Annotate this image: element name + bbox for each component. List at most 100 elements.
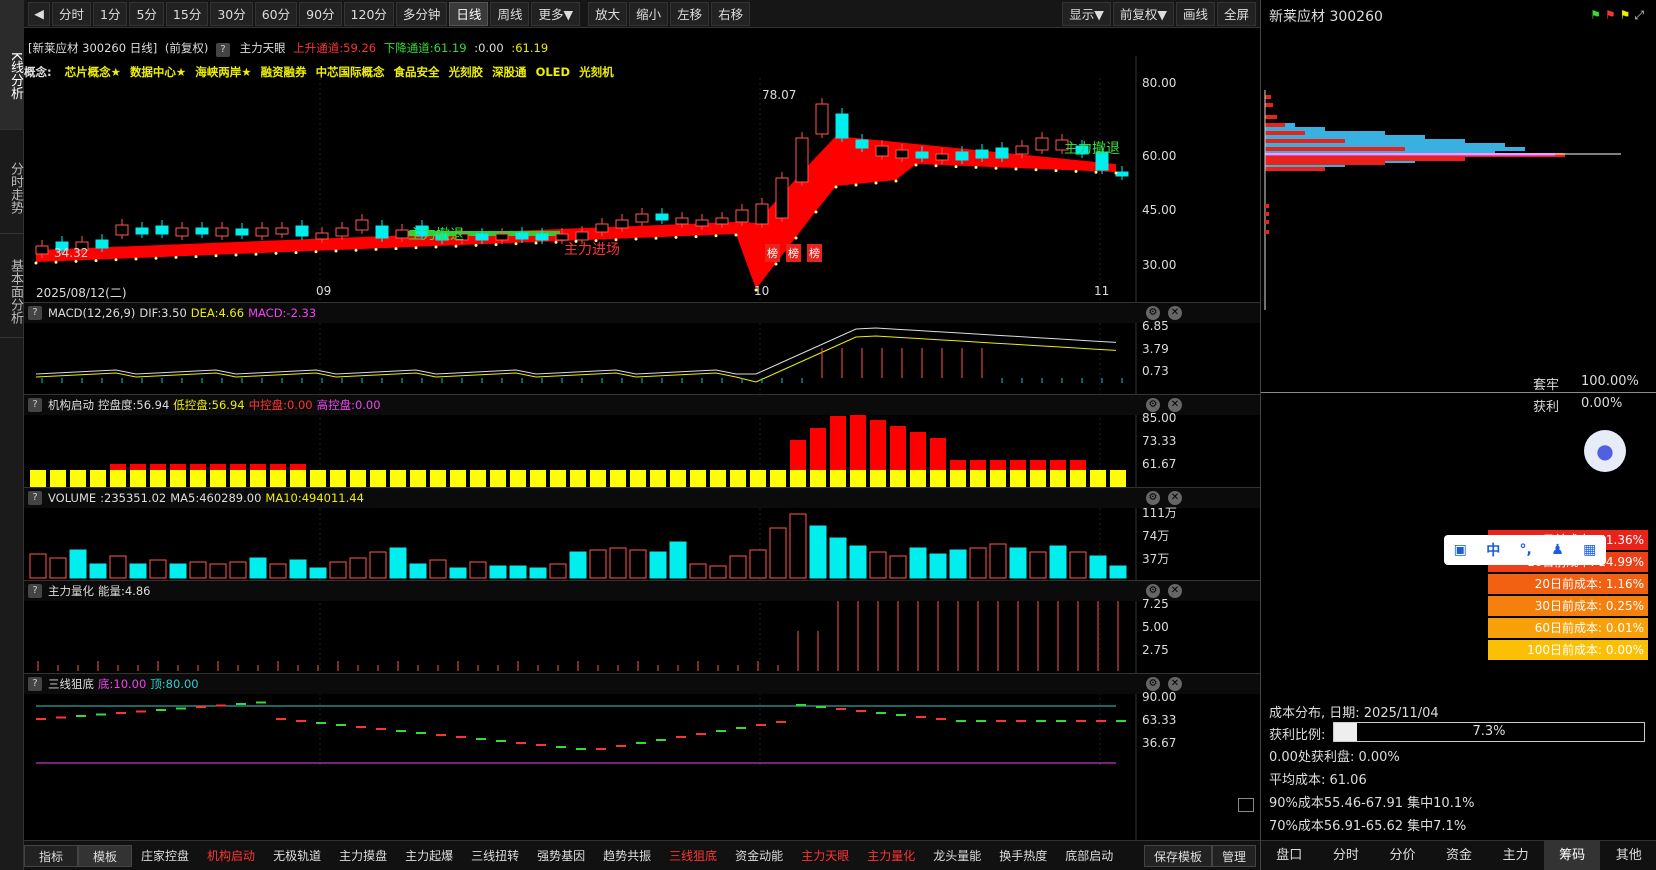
help-icon[interactable]: ? — [28, 306, 42, 320]
flag-icon[interactable]: ⚑ — [1590, 8, 1601, 23]
flag-icon[interactable]: ⚑ — [1605, 8, 1616, 23]
period-weekly[interactable]: 周线 — [490, 1, 530, 26]
period-daily[interactable]: 日线 — [449, 1, 489, 26]
tab-main-burst[interactable]: 主力起爆 — [396, 845, 462, 867]
flag-icon[interactable]: ⚑ — [1620, 8, 1631, 23]
inst-bar — [470, 470, 486, 488]
gear-icon[interactable]: ⚙ — [1146, 306, 1160, 320]
shift-right-button[interactable]: 右移 — [711, 1, 751, 26]
three-line-segment — [796, 704, 806, 706]
channel-dot — [974, 165, 978, 169]
gear-icon[interactable]: ⚙ — [1146, 398, 1160, 412]
three-line-segment — [336, 724, 346, 726]
tab-template[interactable]: 模板 — [78, 844, 133, 867]
tab-three-bottom[interactable]: 三线狙底 — [660, 845, 726, 867]
tab-quote[interactable]: 盘口 — [1261, 841, 1318, 870]
tab-funds[interactable]: 资金 — [1431, 841, 1488, 870]
tab-main-force[interactable]: 主力 — [1487, 841, 1544, 870]
inst-high: 高控盘:0.00 — [316, 398, 381, 412]
expand-icon[interactable]: ⤢ — [1634, 8, 1644, 23]
help-icon[interactable]: ? — [28, 677, 42, 691]
adjust-dropdown[interactable]: 前复权▼ — [1112, 1, 1174, 26]
tab-main-touch[interactable]: 主力摸盘 — [330, 845, 396, 867]
tab-wuji-track[interactable]: 无极轨道 — [264, 845, 330, 867]
gear-icon[interactable]: ⚙ — [1146, 677, 1160, 691]
tab-indicator[interactable]: 指标 — [24, 844, 79, 867]
energy-header: ? 主力量化 能量:4.86 ⚙ ✕ — [24, 581, 1260, 601]
chip-bar-red — [1265, 95, 1271, 99]
channel-dot — [154, 256, 158, 260]
nav-fundamental[interactable]: 基本面分析 — [0, 234, 24, 338]
gear-icon[interactable]: ⚙ — [1146, 491, 1160, 505]
save-template-button[interactable]: 保存模板 — [1143, 844, 1212, 867]
display-dropdown[interactable]: 显示▼ — [1062, 1, 1111, 26]
close-icon[interactable]: ✕ — [1168, 677, 1182, 691]
zoom-out-button[interactable]: 缩小 — [629, 1, 669, 26]
ime-user-icon[interactable]: ♟ — [1551, 542, 1564, 558]
tab-fund-momentum[interactable]: 资金动能 — [726, 845, 792, 867]
period-30min[interactable]: 30分 — [210, 1, 253, 26]
manage-button[interactable]: 管理 — [1211, 844, 1256, 867]
period-60min[interactable]: 60分 — [254, 1, 298, 26]
three-line-segment — [96, 713, 106, 716]
tab-dealer-control[interactable]: 庄家控盘 — [132, 845, 198, 867]
export-icon[interactable] — [1238, 798, 1254, 812]
draw-line-button[interactable]: 画线 — [1175, 1, 1215, 26]
tab-strong-gene[interactable]: 强势基因 — [528, 845, 594, 867]
ime-toolbar[interactable]: ▣ 中 °, ♟ ▦ — [1444, 535, 1606, 565]
close-icon[interactable]: ✕ — [1168, 306, 1182, 320]
period-1min[interactable]: 1分 — [93, 1, 128, 26]
help-icon[interactable]: ? — [28, 491, 42, 505]
tab-main-eye[interactable]: 主力天眼 — [792, 845, 858, 867]
gear-icon[interactable]: ⚙ — [1146, 584, 1160, 598]
candle-body — [695, 219, 709, 227]
close-icon[interactable]: ✕ — [1168, 491, 1182, 505]
period-intraday[interactable]: 分时 — [52, 1, 92, 26]
candle-body — [855, 139, 869, 149]
three-line-segment — [436, 734, 446, 736]
cost-70: 70%成本56.91-65.62 集中7.1% — [1269, 819, 1467, 834]
channel-dot — [734, 233, 738, 237]
tab-main-quant[interactable]: 主力量化 — [858, 845, 924, 867]
period-15min[interactable]: 15分 — [165, 1, 209, 26]
tab-other[interactable]: 其他 — [1600, 841, 1656, 870]
volume-bar — [869, 551, 887, 579]
more-dropdown[interactable]: 更多▼ — [531, 1, 581, 26]
assistant-button[interactable]: ● — [1584, 430, 1626, 472]
period-5min[interactable]: 5分 — [129, 1, 164, 26]
high-annotation: 78.07 — [762, 88, 797, 102]
channel-dot — [914, 163, 918, 167]
tab-leader-volume[interactable]: 龙头量能 — [924, 845, 990, 867]
close-icon[interactable]: ✕ — [1168, 584, 1182, 598]
ime-grid-icon[interactable]: ▦ — [1583, 542, 1596, 558]
stock-title: 新莱应材 300260 — [1269, 9, 1383, 25]
nav-kline-analysis[interactable]: K线分析 — [0, 0, 24, 130]
period-90min[interactable]: 90分 — [299, 1, 342, 26]
help-icon[interactable]: ? — [28, 398, 42, 412]
tab-bottom-start[interactable]: 底部启动 — [1056, 845, 1122, 867]
period-120min[interactable]: 120分 — [343, 1, 394, 26]
channel-dot — [554, 240, 558, 244]
ime-punct[interactable]: °, — [1520, 542, 1532, 558]
shift-left-button[interactable]: 左移 — [670, 1, 710, 26]
tab-trend-resonance[interactable]: 趋势共振 — [594, 845, 660, 867]
tab-turnover-heat[interactable]: 换手热度 — [990, 845, 1056, 867]
tab-three-reverse[interactable]: 三线扭转 — [462, 845, 528, 867]
tab-chips[interactable]: 筹码 — [1543, 841, 1601, 870]
zoom-in-button[interactable]: 放大 — [588, 1, 628, 26]
tab-inst-start[interactable]: 机构启动 — [198, 845, 264, 867]
collapse-button[interactable]: ◀ — [28, 1, 50, 26]
fullscreen-button[interactable]: 全屏 — [1216, 1, 1256, 26]
inst-bar — [690, 470, 706, 488]
help-icon[interactable]: ? — [28, 584, 42, 598]
ime-lang[interactable]: 中 — [1486, 540, 1500, 560]
tab-price-dist[interactable]: 分价 — [1374, 841, 1431, 870]
tab-intraday[interactable]: 分时 — [1318, 841, 1375, 870]
candle-body — [895, 149, 909, 159]
energy-title: 主力量化 — [48, 584, 94, 598]
period-multi-min[interactable]: 多分钟 — [395, 1, 448, 26]
nav-intraday[interactable]: 分时走势 — [0, 130, 24, 234]
inst-bar — [910, 470, 926, 488]
channel-dot — [314, 250, 318, 254]
close-icon[interactable]: ✕ — [1168, 398, 1182, 412]
